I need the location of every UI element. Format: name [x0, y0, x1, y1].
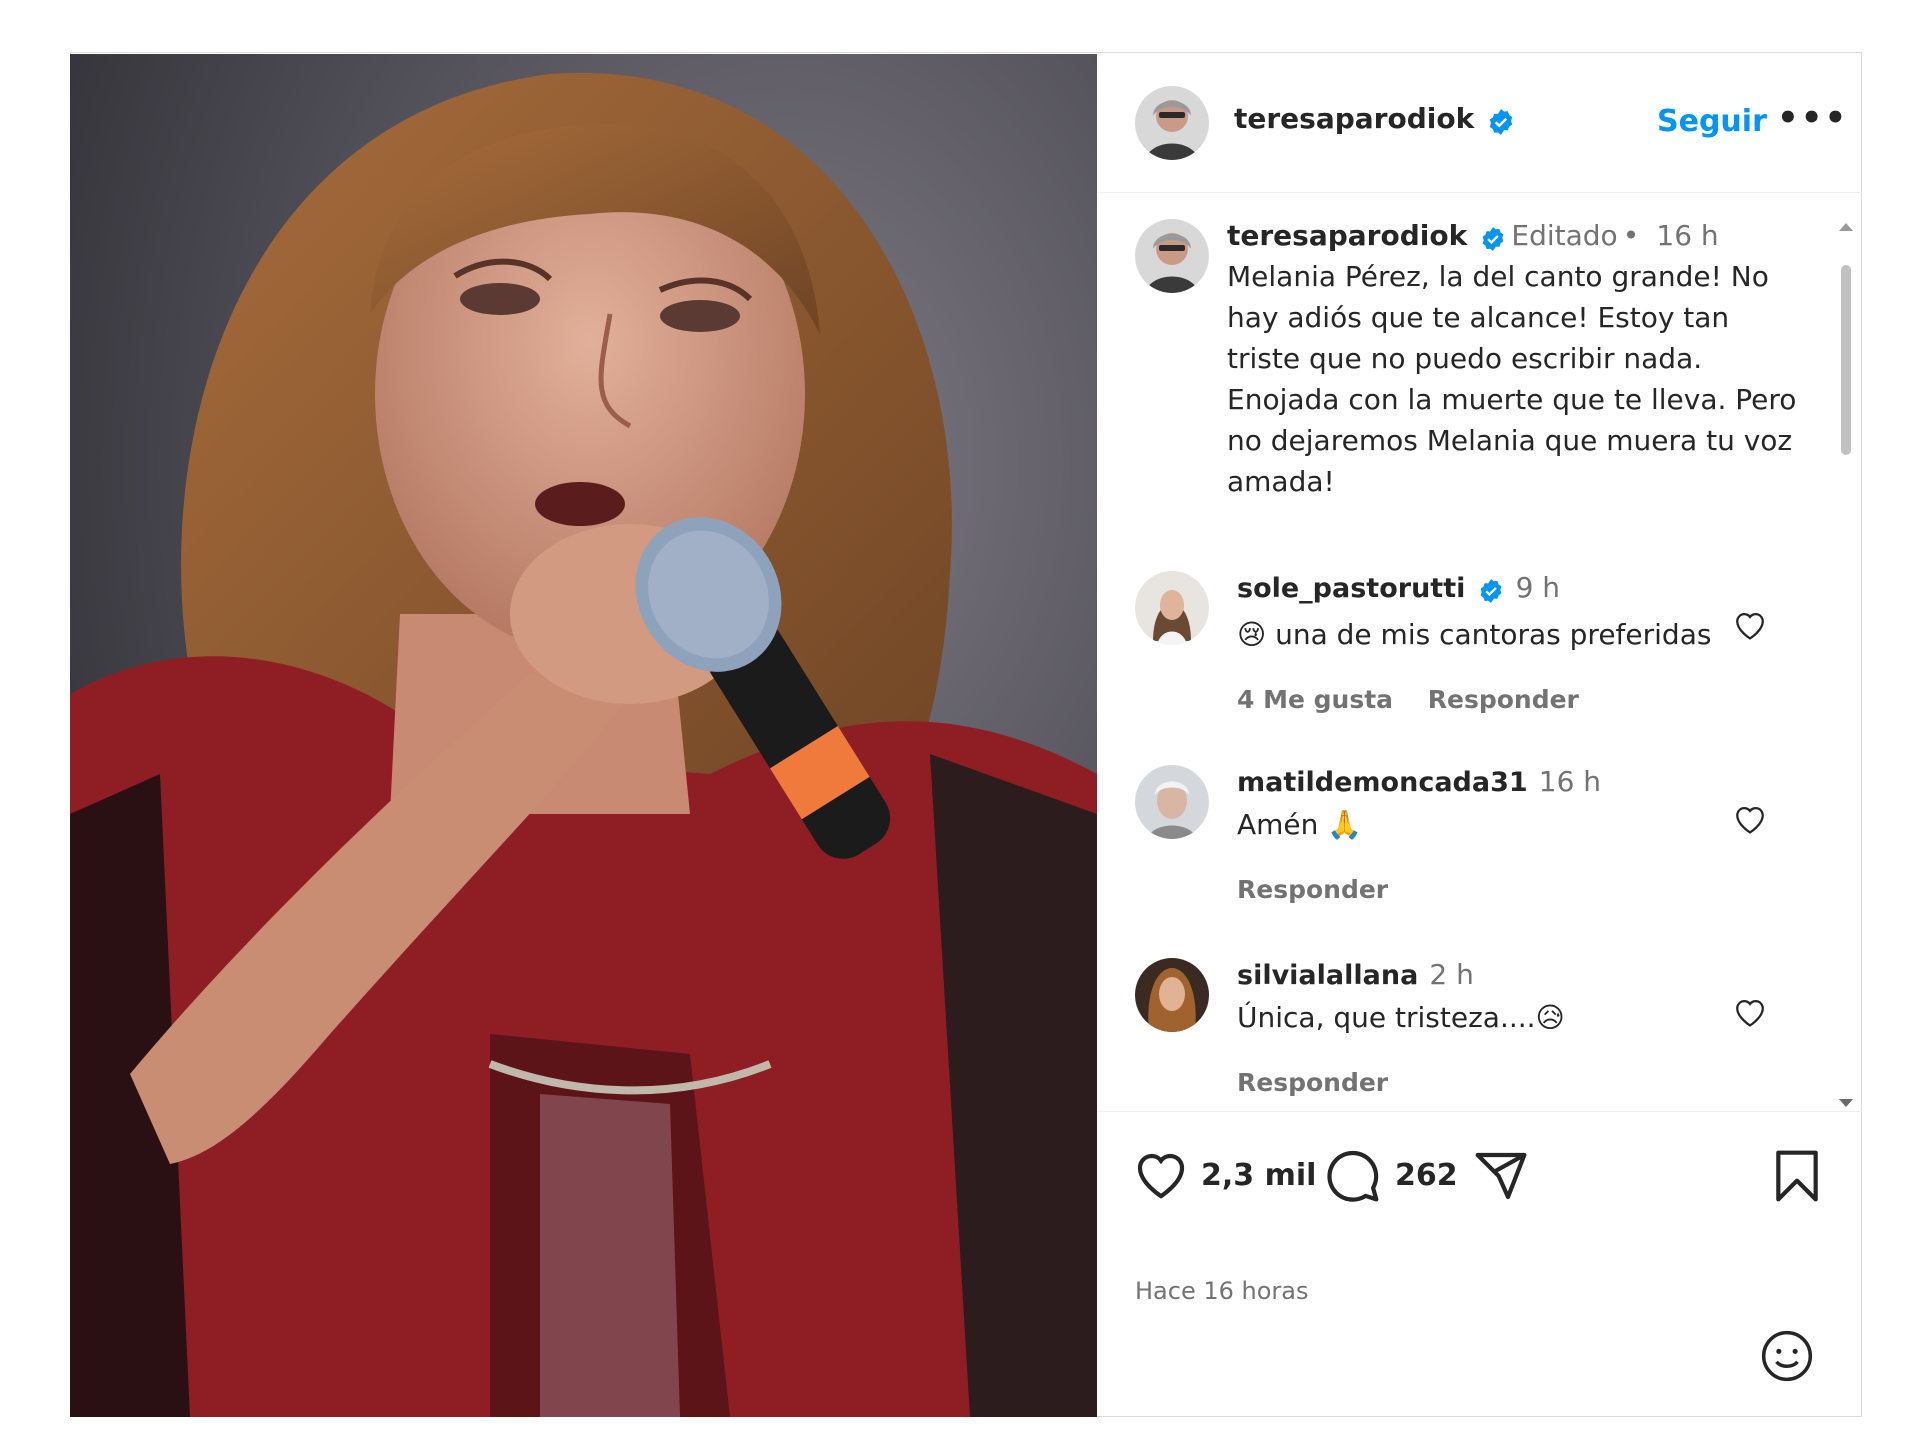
- follow-button[interactable]: Seguir: [1657, 104, 1767, 139]
- caption-avatar-image: [1135, 219, 1209, 293]
- bookmark-icon[interactable]: [1773, 1148, 1821, 1208]
- comment-icon[interactable]: [1325, 1148, 1381, 1208]
- post-age[interactable]: Hace 16 horas: [1135, 1277, 1308, 1305]
- verified-icon: [1478, 578, 1504, 608]
- scroll-up-arrow-icon[interactable]: [1839, 223, 1853, 231]
- author-avatar[interactable]: [1135, 86, 1209, 160]
- separator-dot: •: [1622, 219, 1640, 252]
- comment-avatar-image: [1135, 571, 1209, 645]
- reply-button[interactable]: Responder: [1428, 685, 1579, 714]
- comment-likes[interactable]: 4 Me gusta: [1237, 685, 1393, 714]
- author-username[interactable]: teresaparodiok: [1234, 102, 1474, 135]
- post-header: teresaparodiok Seguir •••: [1097, 52, 1862, 193]
- comment-text: Amén 🙏: [1237, 808, 1363, 841]
- action-bar: 2,3 mil 262 Hace 16 horas: [1097, 1111, 1862, 1418]
- author-avatar-image: [1135, 86, 1209, 160]
- caption-text: Melania Pérez, la del canto grande! No h…: [1227, 259, 1797, 498]
- caption-time[interactable]: 16 h: [1656, 219, 1718, 252]
- like-count[interactable]: 2,3 mil: [1201, 1158, 1316, 1193]
- comment-username[interactable]: silvialallana: [1237, 960, 1418, 991]
- comment-username[interactable]: matildemoncada31: [1237, 767, 1528, 798]
- comment-text: Única, que tristeza....😥: [1237, 1001, 1565, 1034]
- reply-button[interactable]: Responder: [1237, 1068, 1388, 1097]
- heart-icon[interactable]: [1733, 803, 1767, 839]
- scrollbar[interactable]: [1837, 221, 1855, 1111]
- post-photo[interactable]: [70, 54, 1097, 1417]
- comment-avatar-image: [1135, 958, 1209, 1032]
- heart-icon[interactable]: [1733, 609, 1767, 645]
- verified-icon: [1487, 108, 1515, 140]
- comments-section[interactable]: teresaparodiok Editado • 16 h Melania Pé…: [1097, 193, 1862, 1111]
- comment-time[interactable]: 2 h: [1429, 958, 1473, 991]
- comment-item: sole_pastorutti 9 h 😢 una de mis cantora…: [1097, 571, 1837, 741]
- more-icon[interactable]: •••: [1777, 98, 1848, 138]
- comment-avatar-image: [1135, 765, 1209, 839]
- comment-avatar[interactable]: [1135, 765, 1209, 839]
- photo-image: [70, 54, 1097, 1417]
- share-icon[interactable]: [1473, 1148, 1529, 1208]
- scroll-thumb[interactable]: [1841, 265, 1851, 455]
- scroll-down-arrow-icon[interactable]: [1839, 1099, 1853, 1107]
- verified-icon: [1480, 226, 1506, 256]
- reply-button[interactable]: Responder: [1237, 875, 1388, 904]
- comment-time[interactable]: 9 h: [1516, 571, 1560, 604]
- comment-username[interactable]: sole_pastorutti: [1237, 573, 1465, 604]
- edited-label: Editado: [1511, 219, 1618, 252]
- heart-icon[interactable]: [1133, 1148, 1189, 1204]
- emoji-icon[interactable]: [1759, 1328, 1815, 1388]
- post-panel: teresaparodiok Seguir ••• teresaparodiok: [1097, 52, 1862, 1417]
- comment-avatar[interactable]: [1135, 571, 1209, 645]
- comment-text: 😢 una de mis cantoras preferidas: [1237, 617, 1712, 651]
- caption: teresaparodiok Editado • 16 h Melania Pé…: [1227, 219, 1807, 502]
- caption-avatar[interactable]: [1135, 219, 1209, 293]
- comment-item: silvialallana 2 h Única, que tristeza...…: [1097, 958, 1837, 1111]
- comment-time[interactable]: 16 h: [1539, 765, 1601, 798]
- comment-item: matildemoncada31 16 h Amén 🙏 Responder: [1097, 765, 1837, 935]
- comment-avatar[interactable]: [1135, 958, 1209, 1032]
- caption-username[interactable]: teresaparodiok: [1227, 219, 1467, 252]
- comment-count[interactable]: 262: [1395, 1158, 1458, 1193]
- heart-icon[interactable]: [1733, 996, 1767, 1032]
